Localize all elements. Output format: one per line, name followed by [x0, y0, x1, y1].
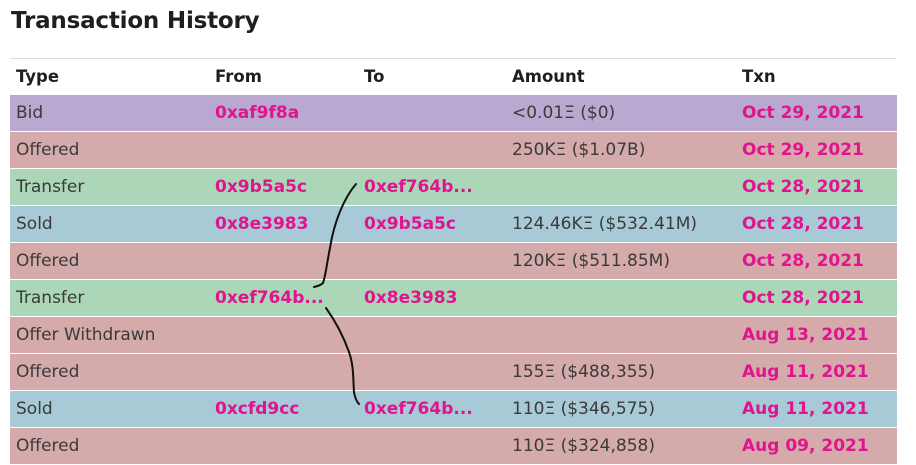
header-txn: Txn: [742, 67, 776, 86]
row-type: Transfer: [16, 177, 85, 197]
txn-date-link[interactable]: Oct 29, 2021: [742, 103, 864, 123]
row-type: Transfer: [16, 288, 85, 308]
row-amount: 250KΞ ($1.07B): [512, 140, 646, 160]
txn-date-link[interactable]: Aug 11, 2021: [742, 362, 869, 382]
from-address-link[interactable]: 0x8e3983: [215, 214, 308, 234]
row-amount: <0.01Ξ ($0): [512, 103, 616, 123]
row-amount: 124.46KΞ ($532.41M): [512, 214, 698, 234]
row-type: Offered: [16, 251, 80, 271]
table-row: Offer Withdrawn Aug 13, 2021: [10, 317, 897, 354]
txn-date-link[interactable]: Oct 28, 2021: [742, 214, 864, 234]
txn-date-link[interactable]: Aug 09, 2021: [742, 436, 869, 456]
table-row: Bid 0xaf9f8a <0.01Ξ ($0) Oct 29, 2021: [10, 95, 897, 132]
header-type: Type: [16, 67, 60, 86]
row-type: Offer Withdrawn: [16, 325, 156, 345]
header-from: From: [215, 67, 262, 86]
row-amount: 155Ξ ($488,355): [512, 362, 655, 382]
transaction-table-body: Bid 0xaf9f8a <0.01Ξ ($0) Oct 29, 2021 Of…: [10, 95, 897, 465]
table-row: Transfer 0xef764b... 0x8e3983 Oct 28, 20…: [10, 280, 897, 317]
table-row: Offered 250KΞ ($1.07B) Oct 29, 2021: [10, 132, 897, 169]
row-type: Sold: [16, 399, 53, 419]
table-row: Sold 0x8e3983 0x9b5a5c 124.46KΞ ($532.41…: [10, 206, 897, 243]
header-to: To: [364, 67, 385, 86]
txn-date-link[interactable]: Oct 28, 2021: [742, 288, 864, 308]
table-row: Offered 120KΞ ($511.85M) Oct 28, 2021: [10, 243, 897, 280]
txn-date-link[interactable]: Oct 28, 2021: [742, 177, 864, 197]
txn-date-link[interactable]: Oct 28, 2021: [742, 251, 864, 271]
row-type: Offered: [16, 362, 80, 382]
to-address-link[interactable]: 0xef764b...: [364, 177, 473, 197]
from-address-link[interactable]: 0x9b5a5c: [215, 177, 307, 197]
to-address-link[interactable]: 0xef764b...: [364, 399, 473, 419]
row-type: Sold: [16, 214, 53, 234]
from-address-link[interactable]: 0xef764b...: [215, 288, 324, 308]
row-amount: 110Ξ ($324,858): [512, 436, 655, 456]
to-address-link[interactable]: 0x9b5a5c: [364, 214, 456, 234]
header-amount: Amount: [512, 67, 585, 86]
from-address-link[interactable]: 0xaf9f8a: [215, 103, 299, 123]
table-header: Type From To Amount Txn: [10, 59, 897, 95]
row-amount: 110Ξ ($346,575): [512, 399, 655, 419]
row-type: Offered: [16, 436, 80, 456]
txn-date-link[interactable]: Aug 11, 2021: [742, 399, 869, 419]
table-row: Transfer 0x9b5a5c 0xef764b... Oct 28, 20…: [10, 169, 897, 206]
page-title: Transaction History: [11, 8, 260, 34]
txn-date-link[interactable]: Aug 13, 2021: [742, 325, 869, 345]
row-type: Offered: [16, 140, 80, 160]
from-address-link[interactable]: 0xcfd9cc: [215, 399, 299, 419]
row-amount: 120KΞ ($511.85M): [512, 251, 670, 271]
table-row: Offered 155Ξ ($488,355) Aug 11, 2021: [10, 354, 897, 391]
table-row: Offered 110Ξ ($324,858) Aug 09, 2021: [10, 428, 897, 465]
txn-date-link[interactable]: Oct 29, 2021: [742, 140, 864, 160]
row-type: Bid: [16, 103, 44, 123]
table-row: Sold 0xcfd9cc 0xef764b... 110Ξ ($346,575…: [10, 391, 897, 428]
to-address-link[interactable]: 0x8e3983: [364, 288, 457, 308]
